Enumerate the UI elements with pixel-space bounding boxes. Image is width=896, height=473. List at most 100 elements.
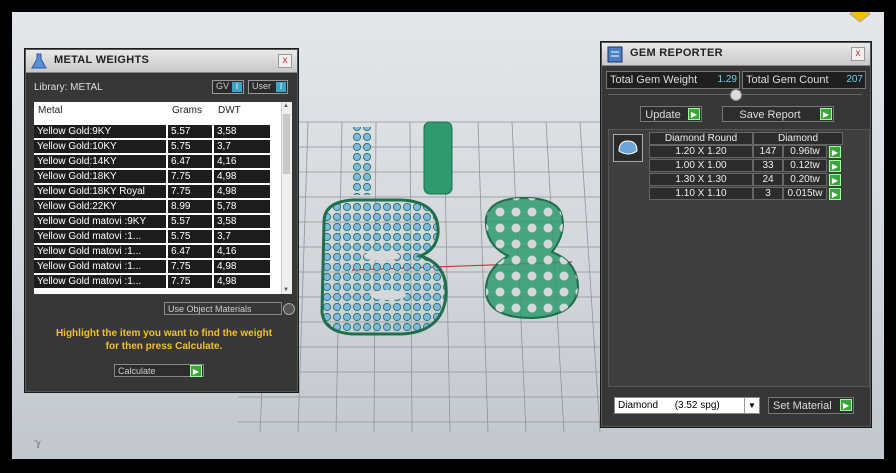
metal-name: Yellow Gold:9KY <box>34 125 166 138</box>
select-gems-arrow-icon[interactable]: ▶ <box>829 188 841 200</box>
metal-dwt: 4,16 <box>214 155 270 168</box>
metal-grams: 7.75 <box>168 170 212 183</box>
update-arrow-icon[interactable]: ▶ <box>688 108 700 120</box>
instruction-line-2: for then press Calculate. <box>105 341 223 352</box>
round-diamond-icon[interactable] <box>613 134 643 162</box>
table-row[interactable]: Yellow Gold matovi :1... 6.47 4,16 <box>34 244 286 258</box>
bail-gems <box>352 127 372 195</box>
gem-size: 1.00 X 1.00 <box>649 159 753 172</box>
library-label: Library: METAL <box>34 82 103 93</box>
chevron-down-icon[interactable]: ▼ <box>744 398 759 413</box>
col-dwt[interactable]: DWT <box>218 105 241 116</box>
flask-icon <box>31 53 47 69</box>
metal-name: Yellow Gold matovi :1... <box>34 230 166 243</box>
metal-grams: 7.75 <box>168 185 212 198</box>
metal-grams: 6.47 <box>168 155 212 168</box>
metal-grams: 8.99 <box>168 200 212 213</box>
table-row[interactable]: Yellow Gold matovi :1... 7.75 4,98 <box>34 274 286 288</box>
metal-grams: 5.75 <box>168 230 212 243</box>
metal-name: Yellow Gold:14KY <box>34 155 166 168</box>
table-row[interactable]: Yellow Gold:10KY 5.75 3,7 <box>34 139 286 153</box>
metal-name: Yellow Gold matovi :9KY <box>34 215 166 228</box>
table-row[interactable]: Yellow Gold:22KY 8.99 5,78 <box>34 199 286 213</box>
calculate-arrow-icon[interactable]: ▶ <box>190 365 202 377</box>
metal-weights-titlebar[interactable]: METAL WEIGHTS x <box>26 50 297 73</box>
close-button[interactable]: x <box>851 47 865 61</box>
total-gem-weight-label: Total Gem Weight <box>610 74 698 86</box>
save-report-button[interactable]: Save Report ▶ <box>722 106 834 122</box>
table-row[interactable]: Yellow Gold:9KY 5.57 3,58 <box>34 124 286 138</box>
gem-count: 147 <box>753 145 783 158</box>
metal-dwt: 3,7 <box>214 140 270 153</box>
axis-indicator: ℽ <box>34 438 42 449</box>
table-row[interactable]: Yellow Gold matovi :1... 7.75 4,98 <box>34 259 286 273</box>
metal-table-scrollbar[interactable]: ▲ ▼ <box>281 102 292 294</box>
table-row[interactable]: Yellow Gold:18KY 7.75 4,98 <box>34 169 286 183</box>
scroll-thumb[interactable] <box>283 114 290 174</box>
gv-toggle[interactable]: GV I <box>212 80 244 94</box>
metal-grams: 5.57 <box>168 125 212 138</box>
instruction-text: Highlight the item you want to find the … <box>32 327 296 353</box>
col-metal[interactable]: Metal <box>38 105 62 116</box>
material-select[interactable]: Diamond (3.52 spg) ▼ <box>614 397 760 414</box>
gem-shape-header: Diamond Round <box>649 132 753 145</box>
gem-reporter-panel: GEM REPORTER x Total Gem Weight 1.29 Tot… <box>601 42 871 427</box>
metal-name: Yellow Gold matovi :1... <box>34 275 166 288</box>
user-label: User <box>252 81 272 91</box>
metal-dwt: 3,58 <box>214 215 270 228</box>
col-grams[interactable]: Grams <box>172 105 202 116</box>
gem-list: Diamond Round Diamond 1.20 X 1.20 147 0.… <box>608 129 870 387</box>
save-report-arrow-icon[interactable]: ▶ <box>820 108 832 120</box>
gem-reporter-titlebar[interactable]: GEM REPORTER x <box>602 43 870 66</box>
save-report-label: Save Report <box>739 109 801 121</box>
table-row[interactable]: Yellow Gold matovi :1... 5.75 3,7 <box>34 229 286 243</box>
gem-count: 24 <box>753 173 783 186</box>
table-row[interactable]: Yellow Gold matovi :9KY 5.57 3,58 <box>34 214 286 228</box>
gem-weight: 0.96tw <box>783 145 827 158</box>
gem-count: 33 <box>753 159 783 172</box>
total-gem-count-value: 207 <box>846 74 863 85</box>
metal-dwt: 5,78 <box>214 200 270 213</box>
radio-indicator[interactable] <box>283 303 295 315</box>
total-gem-count: Total Gem Count 207 <box>742 71 866 89</box>
metal-name: Yellow Gold:22KY <box>34 200 166 213</box>
calculate-button[interactable]: Calculate ▶ <box>114 364 204 377</box>
set-material-arrow-icon[interactable]: ▶ <box>840 399 852 411</box>
user-toggle[interactable]: User I <box>248 80 288 94</box>
calculate-label: Calculate <box>118 366 156 376</box>
metal-grams: 5.57 <box>168 215 212 228</box>
metal-dwt: 4,98 <box>214 170 270 183</box>
report-icon <box>607 46 623 63</box>
metal-weights-panel: METAL WEIGHTS x Library: METAL GV I User… <box>25 49 298 392</box>
table-row[interactable]: Yellow Gold:14KY 6.47 4,16 <box>34 154 286 168</box>
metal-name: Yellow Gold matovi :1... <box>34 245 166 258</box>
total-gem-count-label: Total Gem Count <box>746 74 829 86</box>
viewcube-icon[interactable] <box>840 12 880 24</box>
use-object-materials-checkbox[interactable]: Use Object Materials <box>164 302 295 315</box>
metal-grams: 6.47 <box>168 245 212 258</box>
gem-weight: 0.015tw <box>783 187 827 200</box>
metal-dwt: 3,58 <box>214 125 270 138</box>
set-material-button[interactable]: Set Material ▶ <box>768 397 854 414</box>
gem-reporter-title: GEM REPORTER <box>630 47 723 59</box>
select-gems-arrow-icon[interactable]: ▶ <box>829 160 841 172</box>
update-button[interactable]: Update ▶ <box>640 106 702 122</box>
metal-dwt: 4,98 <box>214 260 270 273</box>
gem-material-header: Diamond <box>753 132 843 145</box>
metal-grams: 7.75 <box>168 260 212 273</box>
select-gems-arrow-icon[interactable]: ▶ <box>829 146 841 158</box>
select-gems-arrow-icon[interactable]: ▶ <box>829 174 841 186</box>
scroll-down-icon[interactable]: ▼ <box>283 287 289 293</box>
close-button[interactable]: x <box>278 54 292 68</box>
metal-name: Yellow Gold:10KY <box>34 140 166 153</box>
gem-size: 1.20 X 1.20 <box>649 145 753 158</box>
metal-table[interactable]: Metal Grams DWT Yellow Gold:9KY 5.57 3,58 … <box>34 102 292 294</box>
scroll-up-icon[interactable]: ▲ <box>283 103 289 109</box>
collapse-knob[interactable] <box>730 89 742 101</box>
gem-weight: 0.12tw <box>783 159 827 172</box>
set-material-label: Set Material <box>773 400 832 412</box>
total-gem-weight: Total Gem Weight 1.29 <box>606 71 740 89</box>
table-row[interactable]: Yellow Gold:18KY Royal 7.75 4,98 <box>34 184 286 198</box>
user-toggle-indicator: I <box>276 82 286 92</box>
metal-name: Yellow Gold:18KY Royal <box>34 185 166 198</box>
